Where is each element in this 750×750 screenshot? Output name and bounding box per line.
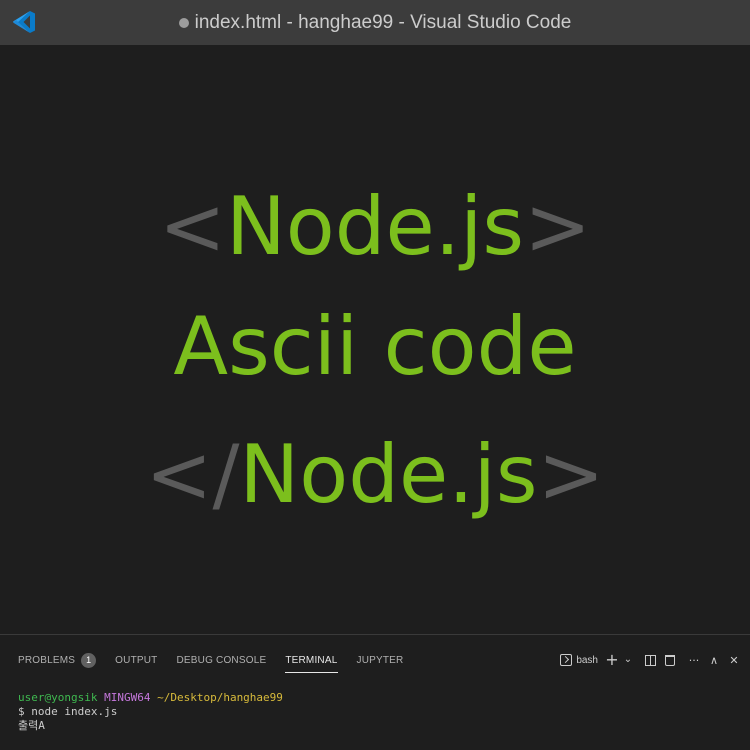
terminal-result: 출력A	[18, 719, 45, 732]
editor-area[interactable]: <Node.js> Ascii code </Node.js>	[0, 45, 750, 634]
open-close-bracket: </	[145, 428, 240, 521]
split-terminal-button[interactable]	[640, 649, 660, 671]
shell-label: bash	[576, 654, 598, 666]
panel-tabs: PROBLEMS 1 OUTPUT DEBUG CONSOLE TERMINAL…	[0, 635, 422, 685]
trash-icon	[665, 654, 675, 666]
close-icon: ✕	[729, 653, 739, 667]
terminal-output[interactable]: user@yongsik MINGW64 ~/Desktop/hanghae99…	[18, 691, 283, 733]
bottom-panel: PROBLEMS 1 OUTPUT DEBUG CONSOLE TERMINAL…	[0, 634, 750, 750]
terminal-icon	[560, 654, 573, 666]
new-terminal-button[interactable]: +	[602, 649, 622, 671]
more-icon: ···	[688, 653, 700, 667]
maximize-panel-button[interactable]: ∧	[704, 649, 724, 671]
window-title-text: index.html - hanghae99 - Visual Studio C…	[194, 11, 572, 33]
vscode-window: index.html - hanghae99 - Visual Studio C…	[0, 0, 750, 750]
problems-count-badge: 1	[81, 652, 97, 668]
terminal-dropdown-button[interactable]: ⌄	[622, 649, 634, 671]
more-actions-button[interactable]: ···	[684, 649, 704, 671]
close-bracket-end: >	[537, 428, 605, 521]
tab-label: TERMINAL	[285, 654, 338, 666]
banner-line-ascii: Ascii code	[0, 307, 750, 387]
kill-terminal-button[interactable]	[660, 649, 680, 671]
panel-actions: bash + ⌄ ··· ∧ ✕	[560, 635, 744, 685]
tab-jupyter[interactable]: JUPYTER	[357, 635, 404, 685]
banner-line-close-tag: </Node.js>	[0, 435, 750, 515]
tab-label: JUPYTER	[356, 654, 404, 666]
prompt-host: MINGW64	[104, 691, 151, 704]
tab-label: PROBLEMS	[18, 654, 76, 666]
title-bar: index.html - hanghae99 - Visual Studio C…	[0, 0, 750, 45]
tab-debug-console[interactable]: DEBUG CONSOLE	[176, 635, 266, 685]
prompt-user: user@yongsik	[18, 691, 98, 704]
terminal-command: $ node index.js	[18, 705, 118, 718]
vscode-logo-icon[interactable]	[10, 8, 38, 36]
window-title: index.html - hanghae99 - Visual Studio C…	[178, 11, 572, 34]
nodejs-text: Node.js	[225, 180, 525, 273]
close-panel-button[interactable]: ✕	[724, 649, 744, 671]
chevron-down-icon: ⌄	[623, 654, 633, 665]
dirty-dot-icon	[178, 17, 189, 28]
split-icon	[644, 654, 656, 666]
plus-icon: +	[605, 650, 619, 669]
open-bracket: <	[158, 180, 226, 273]
tab-terminal[interactable]: TERMINAL	[285, 635, 338, 685]
nodejs-close-text: Node.js	[239, 428, 538, 521]
chevron-up-icon: ∧	[709, 653, 719, 667]
tab-label: DEBUG CONSOLE	[176, 654, 267, 666]
tab-problems[interactable]: PROBLEMS 1	[18, 635, 97, 685]
tab-label: OUTPUT	[115, 654, 158, 666]
ascii-code-text: Ascii code	[173, 300, 577, 393]
banner-line-open-tag: <Node.js>	[0, 187, 750, 267]
close-bracket: >	[524, 180, 592, 273]
prompt-path: ~/Desktop/hanghae99	[157, 691, 283, 704]
terminal-shell-select[interactable]: bash	[560, 649, 598, 671]
tab-output[interactable]: OUTPUT	[115, 635, 157, 685]
